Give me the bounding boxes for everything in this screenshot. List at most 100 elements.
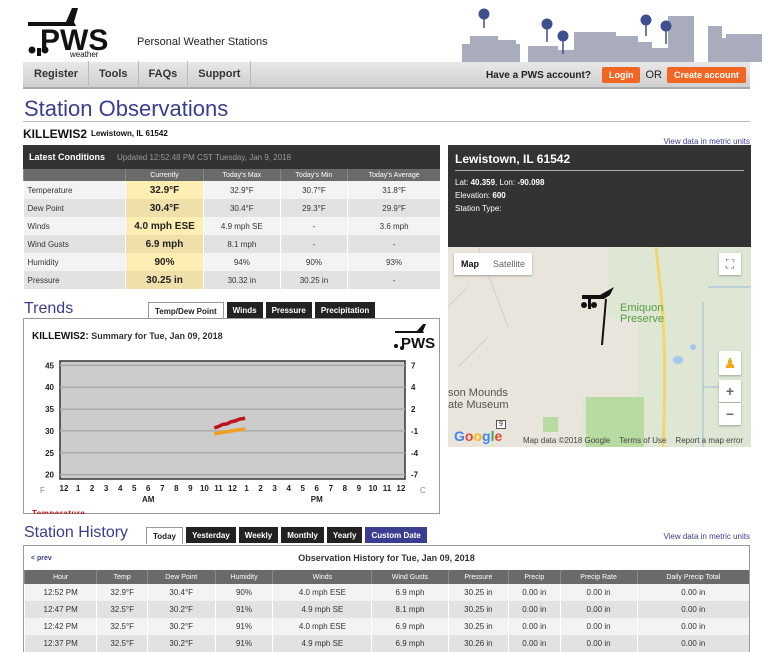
x-tick-label: 3 (272, 484, 277, 493)
report-error-link[interactable]: Report a map error (675, 436, 743, 445)
history-table: Hour Temp Dew Point Humidity Winds Wind Gusts… (23, 570, 749, 652)
cell-value: 30.25 in (447, 601, 509, 618)
cell-value: - (347, 235, 440, 253)
account-area: Have a PWS account? Login OR Create acco… (486, 67, 746, 83)
current-value: 30.25 in (125, 271, 204, 289)
cell-value: 8.1 mph (203, 235, 281, 253)
chart-title: KILLEWIS2: Summary for Tue, Jan 09, 2018 (32, 331, 223, 342)
table-row: 12:42 PM 32.5°F 30.2°F 91% 4.0 mph ESE 6.9 mp… (23, 618, 749, 635)
x-tick-label: 12 (397, 484, 406, 493)
x-tick-label: 8 (343, 484, 348, 493)
x-tick-label: 5 (300, 484, 305, 493)
nav-faqs[interactable]: FAQs (139, 61, 189, 88)
history-title: Station History (24, 524, 129, 541)
cell-value: 93% (347, 253, 440, 271)
nav-support[interactable]: Support (188, 61, 252, 88)
row-label: Humidity (23, 253, 126, 271)
tab-pressure[interactable]: Pressure (265, 302, 312, 318)
column-header: Temp (96, 570, 148, 584)
cell-value: 91% (214, 601, 273, 618)
y2-tick-label: 4 (411, 383, 416, 392)
cell-value: 12:52 PM (23, 584, 97, 601)
cell-value: 32.9°F (96, 584, 148, 601)
map-type-satellite[interactable]: Satellite (486, 253, 532, 275)
tab-temp-dew-point[interactable]: Temp/Dew Point (148, 302, 224, 319)
login-button[interactable]: Login (601, 67, 641, 83)
y-tick-label: 20 (45, 471, 54, 480)
cell-value: 30.32 in (203, 271, 281, 289)
map-footer: Map data ©2018 Google Terms of Use Repor… (523, 436, 743, 445)
terms-link[interactable]: Terms of Use (619, 436, 666, 445)
column-header: Winds (272, 570, 372, 584)
nav-register[interactable]: Register (23, 61, 90, 88)
tab-winds[interactable]: Winds (226, 302, 263, 318)
tab-precipitation[interactable]: Precipitation (314, 302, 376, 318)
y2-tick-label: -4 (411, 449, 419, 458)
cell-value: 30.2°F (146, 618, 216, 635)
svg-text:weather: weather (69, 50, 99, 58)
metric-units-link[interactable]: View data in metric units (663, 532, 750, 541)
street-view-pegman-icon[interactable]: ♟ (719, 351, 741, 375)
station-map[interactable]: Map Satellite ⛶ ♟ + − Emiquon Preserve so… (448, 247, 751, 447)
cell-value: 12:42 PM (23, 618, 97, 635)
station-marker-icon[interactable] (580, 285, 620, 347)
tab-today[interactable]: Today (146, 527, 183, 544)
cell-value: 30.26 in (447, 635, 509, 652)
tab-weekly[interactable]: Weekly (238, 527, 279, 543)
main-nav: Register Tools FAQs Support Have a PWS a… (23, 61, 750, 89)
pws-logo[interactable]: PWS weather (26, 6, 116, 58)
map-type-map[interactable]: Map (454, 253, 486, 275)
tab-yesterday[interactable]: Yesterday (185, 527, 236, 543)
cell-value: 91% (214, 618, 273, 635)
trend-tabs: Temp/Dew Point Winds Pressure Precipitat… (148, 302, 376, 319)
row-label: Pressure (23, 271, 126, 289)
current-value: 32.9°F (125, 181, 204, 199)
y2-tick-label: -7 (411, 471, 419, 480)
y-tick-label: 25 (45, 449, 54, 458)
current-value: 30.4°F (125, 199, 204, 217)
elevation-label: Elevation: (455, 191, 491, 200)
lat-value: 40.359 (470, 178, 496, 187)
cell-value: 12:47 PM (23, 601, 97, 618)
column-header: Daily Precip Total (636, 570, 749, 584)
cell-value: 30.7°F (279, 181, 348, 199)
page-title: Station Observations (24, 96, 229, 121)
cell-value: 0.00 in (636, 635, 749, 652)
x-tick-label: 7 (160, 484, 165, 493)
table-row: 12:37 PM 32.5°F 30.2°F 91% 4.9 mph SE 6.9 mph… (23, 635, 749, 652)
cell-value: 6.9 mph (371, 618, 449, 635)
zoom-in-button[interactable]: + (719, 380, 741, 402)
google-logo: Google (454, 428, 503, 444)
column-header: Precip (508, 570, 560, 584)
column-header: Wind Gusts (371, 570, 449, 584)
y2-tick-label: -1 (411, 427, 419, 436)
cell-value: 30.25 in (447, 618, 509, 635)
elevation-value: 600 (492, 191, 506, 200)
cell-value: 0.00 in (508, 601, 560, 618)
tab-yearly[interactable]: Yearly (326, 527, 363, 543)
create-account-button[interactable]: Create account (666, 67, 746, 83)
column-header: Today's Average (347, 169, 440, 181)
legend-entry: Temperature (32, 509, 85, 514)
zoom-out-button[interactable]: − (719, 403, 741, 425)
cell-value: 8.1 mph (371, 601, 449, 618)
svg-text:PWS: PWS (401, 335, 435, 351)
tab-custom-date[interactable]: Custom Date (365, 527, 427, 543)
column-header: Today's Max (203, 169, 281, 181)
fullscreen-icon[interactable]: ⛶ (719, 253, 741, 275)
conditions-row: Wind Gusts 6.9 mph 8.1 mph - - (23, 235, 440, 253)
pws-mini-logo: PWS (394, 324, 435, 351)
cell-value: 6.9 mph (371, 635, 449, 652)
map-label-museum: son Mounds ate Museum (448, 387, 509, 411)
history-nav: < prev Observation History for Tue, Jan … (24, 546, 749, 570)
map-label-text: Preserve (620, 313, 665, 325)
x-tick-label: 6 (315, 484, 320, 493)
nav-tools[interactable]: Tools (89, 61, 139, 88)
row-label: Temperature (23, 181, 126, 199)
x-tick-label: 7 (329, 484, 334, 493)
x-tick-label: 1 (244, 484, 249, 493)
elevation: Elevation: 600 (455, 189, 744, 202)
tab-monthly[interactable]: Monthly (281, 527, 324, 543)
lon-value: -90.098 (517, 178, 545, 187)
cell-value: 0.00 in (508, 584, 560, 601)
